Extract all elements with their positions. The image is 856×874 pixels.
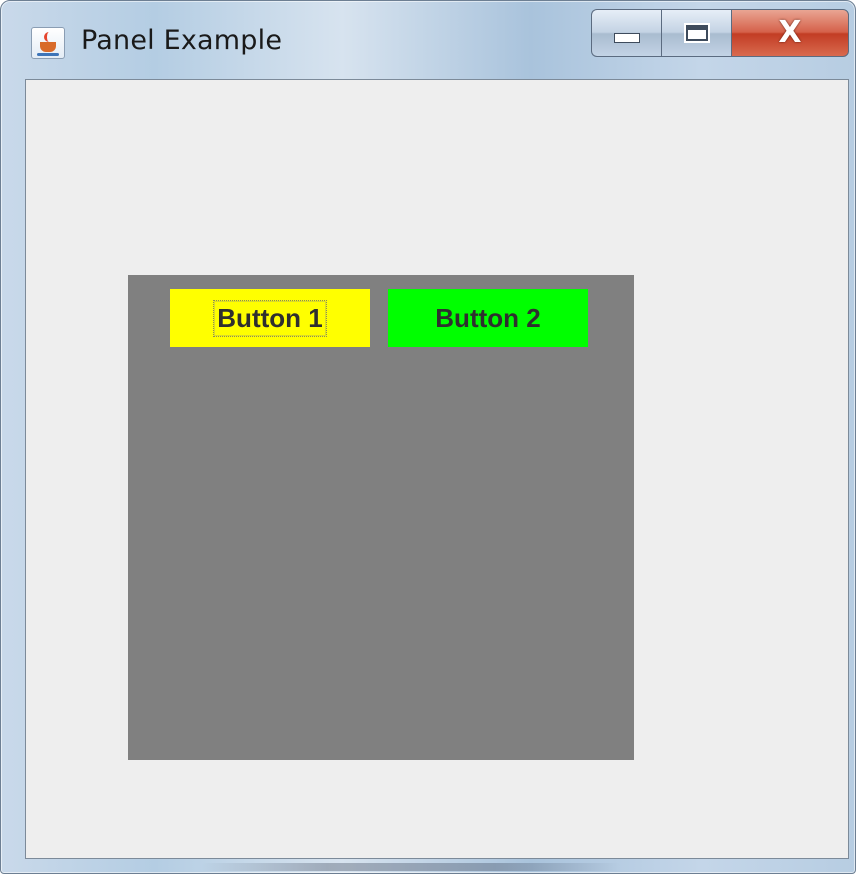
close-button[interactable]: X xyxy=(731,9,849,57)
maximize-button[interactable] xyxy=(661,9,731,57)
minimize-icon xyxy=(613,33,640,43)
button-1[interactable]: Button 1 xyxy=(170,289,370,347)
close-icon: X xyxy=(778,15,802,50)
content-pane: Button 1 Button 2 xyxy=(25,79,849,859)
caption-buttons: X xyxy=(591,9,849,57)
button-1-label: Button 1 xyxy=(213,299,327,337)
app-window: Panel Example X Button 1 Button 2 xyxy=(0,0,856,874)
maximize-icon xyxy=(685,25,708,41)
window-title: Panel Example xyxy=(81,25,283,56)
button-2[interactable]: Button 2 xyxy=(388,289,588,347)
taskbar-shadow xyxy=(201,863,621,871)
button-2-label: Button 2 xyxy=(435,302,541,333)
title-bar[interactable]: Panel Example X xyxy=(1,1,855,77)
java-cup-icon[interactable] xyxy=(31,27,65,59)
minimize-button[interactable] xyxy=(591,9,661,57)
gray-panel: Button 1 Button 2 xyxy=(128,275,634,760)
